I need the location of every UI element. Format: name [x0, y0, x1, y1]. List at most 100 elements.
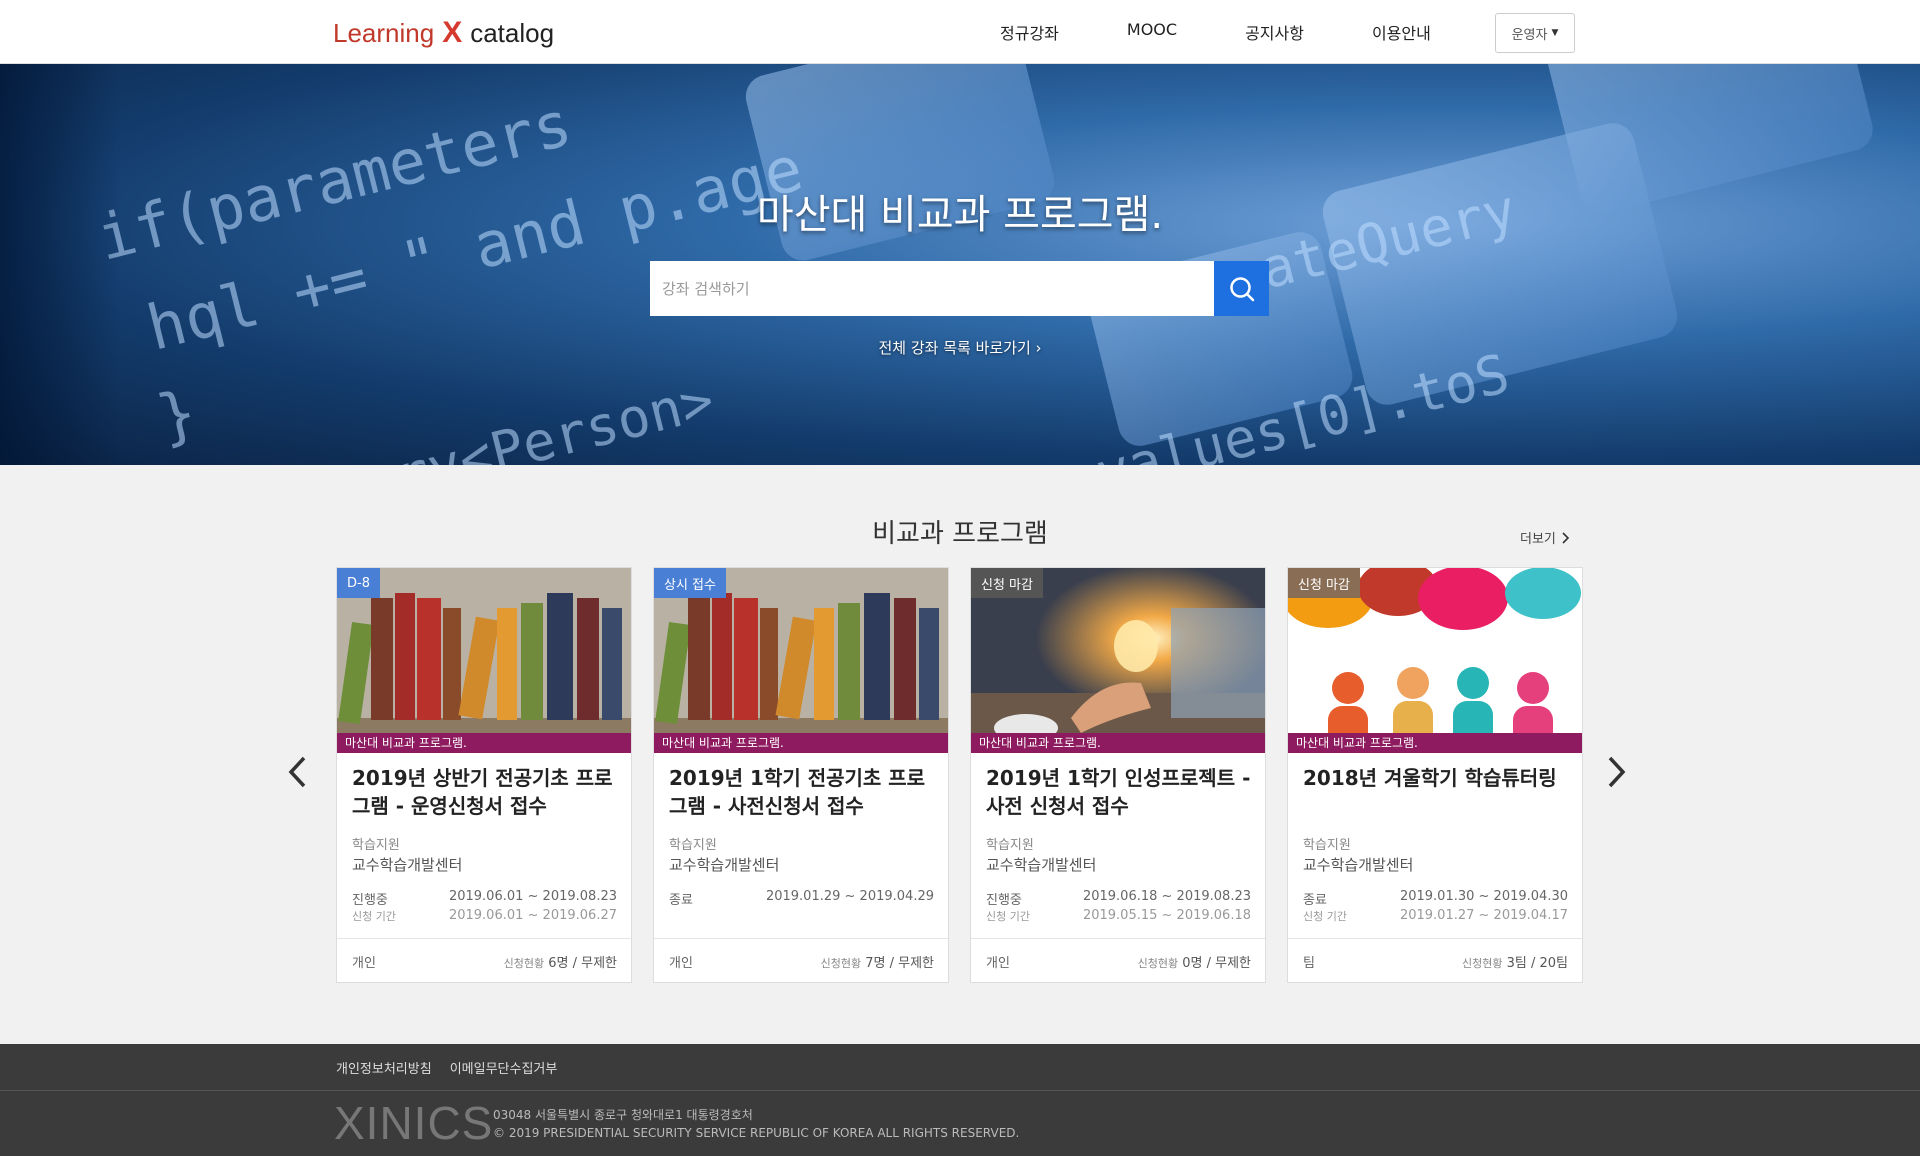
site-footer: 개인정보처리방침 이메일무단수집거부 XINICS 03048 서울특별시 종로…	[0, 1044, 1920, 1156]
footer-address: 03048 서울특별시 종로구 청와대로1 대통령경호처	[493, 1108, 753, 1122]
all-courses-link[interactable]: 전체 강좌 목록 바로가기 ›	[0, 337, 1920, 358]
more-link[interactable]: 더보기	[1520, 528, 1572, 547]
participation-type: 개인	[986, 956, 1010, 971]
apply-period: 2019.01.27 ~ 2019.04.17	[1399, 908, 1568, 923]
status-badge: 신청 마감	[1288, 568, 1360, 598]
participation-type: 개인	[669, 956, 693, 971]
apply-status-value: 6명 / 무제한	[548, 956, 617, 971]
course-status: 종료	[1303, 893, 1327, 908]
apply-status-label: 신청현황	[1137, 957, 1179, 970]
search-icon	[1229, 276, 1254, 301]
apply-status-value: 0명 / 무제한	[1182, 956, 1251, 971]
logo-catalog: catalog	[470, 18, 555, 48]
course-period: 2019.06.18 ~ 2019.08.23	[1082, 889, 1251, 904]
course-org: 교수학습개발센터	[986, 856, 1097, 874]
code-decoration: }	[150, 374, 204, 455]
course-card[interactable]: D-8 마산대 비교과 프로그램. 2019년 상반기 전공기초 프로그램 - …	[336, 567, 632, 983]
apply-status: 신청현황 0명 / 무제한	[1138, 952, 1251, 971]
xinics-logo: XINICS	[334, 1097, 494, 1149]
status-badge: D-8	[337, 568, 380, 598]
course-title[interactable]: 2019년 상반기 전공기초 프로그램 - 운영신청서 접수	[352, 764, 618, 820]
course-org: 교수학습개발센터	[352, 856, 463, 874]
course-thumbnail: D-8 마산대 비교과 프로그램.	[337, 568, 631, 753]
books-image	[337, 568, 631, 753]
course-status: 종료	[669, 893, 693, 908]
course-thumbnail: 신청 마감 마산대 비교과 프로그램.	[971, 568, 1265, 753]
period-label: 신청 기간	[986, 910, 1030, 923]
course-category: 학습지원	[986, 838, 1034, 853]
code-decoration: nedQuery<Person>	[200, 368, 720, 465]
course-title[interactable]: 2019년 1학기 전공기초 프로그램 - 사전신청서 접수	[669, 764, 935, 820]
course-status: 진행중	[986, 893, 1022, 908]
participation-type: 팀	[1303, 956, 1315, 971]
search-button[interactable]	[1214, 261, 1269, 316]
card-footer: 팀 신청현황 3팀 / 20팀	[1288, 938, 1582, 982]
logo-x: X	[442, 16, 463, 49]
status-badge: 신청 마감	[971, 568, 1043, 598]
program-ribbon: 마산대 비교과 프로그램.	[337, 733, 631, 753]
site-header: Learning X catalog 정규강좌 MOOC 공지사항 이용안내 운…	[0, 0, 1920, 64]
course-period: 2019.06.01 ~ 2019.08.23	[448, 889, 617, 904]
role-label: 운영자	[1511, 27, 1548, 43]
chevron-right-icon	[1562, 531, 1570, 544]
apply-status-label: 신청현황	[820, 957, 862, 970]
course-thumbnail: 신청 마감 마산대 비교과 프로그램.	[1288, 568, 1582, 753]
apply-status: 신청현황 3팀 / 20팀	[1462, 952, 1568, 971]
course-period: 2019.01.29 ~ 2019.04.29	[765, 889, 934, 904]
caret-down-icon: ▼	[1551, 28, 1559, 38]
card-footer: 개인 신청현황 0명 / 무제한	[971, 938, 1265, 982]
course-title[interactable]: 2018년 겨울학기 학습튜터링	[1303, 764, 1569, 792]
section-title: 비교과 프로그램	[872, 519, 1048, 549]
course-card[interactable]: 신청 마감 마산대 비교과 프로그램. 2018년 겨울학기 학습튜터링 학습지…	[1287, 567, 1583, 983]
apply-status: 신청현황 7명 / 무제한	[821, 952, 934, 971]
course-status: 진행중	[352, 893, 388, 908]
apply-status-value: 3팀 / 20팀	[1506, 956, 1568, 971]
course-org: 교수학습개발센터	[1303, 856, 1414, 874]
apply-period: 2019.05.15 ~ 2019.06.18	[1082, 908, 1251, 923]
course-category: 학습지원	[352, 838, 400, 853]
nav-regular-courses[interactable]: 정규강좌	[1000, 20, 1059, 44]
chevron-right-icon	[1608, 756, 1626, 788]
more-label: 더보기	[1520, 532, 1556, 547]
nav-notices[interactable]: 공지사항	[1245, 20, 1304, 44]
main-nav: 정규강좌 MOOC 공지사항 이용안내	[1000, 20, 1499, 44]
course-title[interactable]: 2019년 1학기 인성프로젝트 - 사전 신청서 접수	[986, 764, 1252, 820]
program-ribbon: 마산대 비교과 프로그램.	[971, 733, 1265, 753]
period-label: 신청 기간	[352, 910, 396, 923]
footer-links: 개인정보처리방침 이메일무단수집거부	[336, 1058, 575, 1077]
period-label: 신청 기간	[1303, 910, 1347, 923]
nav-guide[interactable]: 이용안내	[1372, 20, 1431, 44]
course-search-input[interactable]	[650, 261, 1214, 316]
logo-learning: Learning	[333, 18, 435, 48]
role-dropdown-button[interactable]: 운영자 ▼	[1495, 13, 1575, 53]
footer-divider	[0, 1090, 1920, 1091]
program-ribbon: 마산대 비교과 프로그램.	[1288, 733, 1582, 753]
carousel-prev-button[interactable]	[286, 752, 310, 796]
card-footer: 개인 신청현황 7명 / 무제한	[654, 938, 948, 982]
course-category: 학습지원	[669, 838, 717, 853]
apply-status-value: 7명 / 무제한	[865, 956, 934, 971]
chevron-left-icon	[288, 756, 306, 788]
hero-banner: if(parameters hql += " and p.age } nedQu…	[0, 64, 1920, 465]
footer-copyright: © 2019 PRESIDENTIAL SECURITY SERVICE REP…	[493, 1126, 1020, 1140]
course-org: 교수학습개발센터	[669, 856, 780, 874]
apply-status: 신청현황 6명 / 무제한	[504, 952, 617, 971]
course-card[interactable]: 신청 마감 마산대 비교과 프로그램. 2019년 1학기 인성프로젝트 - 사…	[970, 567, 1266, 983]
course-card[interactable]: 상시 접수 마산대 비교과 프로그램. 2019년 1학기 전공기초 프로그램 …	[653, 567, 949, 983]
status-badge: 상시 접수	[654, 568, 726, 598]
course-category: 학습지원	[1303, 838, 1351, 853]
card-footer: 개인 신청현황 6명 / 무제한	[337, 938, 631, 982]
apply-status-label: 신청현황	[503, 957, 545, 970]
course-period: 2019.01.30 ~ 2019.04.30	[1399, 889, 1568, 904]
privacy-policy-link[interactable]: 개인정보처리방침	[336, 1058, 432, 1077]
hero-shade	[0, 64, 120, 465]
apply-status-label: 신청현황	[1461, 957, 1503, 970]
site-logo[interactable]: Learning X catalog	[333, 16, 554, 50]
participation-type: 개인	[352, 956, 376, 971]
carousel-next-button[interactable]	[1604, 752, 1628, 796]
hero-title: 마산대 비교과 프로그램.	[756, 192, 1164, 238]
apply-period: 2019.06.01 ~ 2019.06.27	[448, 908, 617, 923]
email-refusal-link[interactable]: 이메일무단수집거부	[450, 1058, 558, 1077]
nav-mooc[interactable]: MOOC	[1127, 20, 1177, 44]
course-thumbnail: 상시 접수 마산대 비교과 프로그램.	[654, 568, 948, 753]
